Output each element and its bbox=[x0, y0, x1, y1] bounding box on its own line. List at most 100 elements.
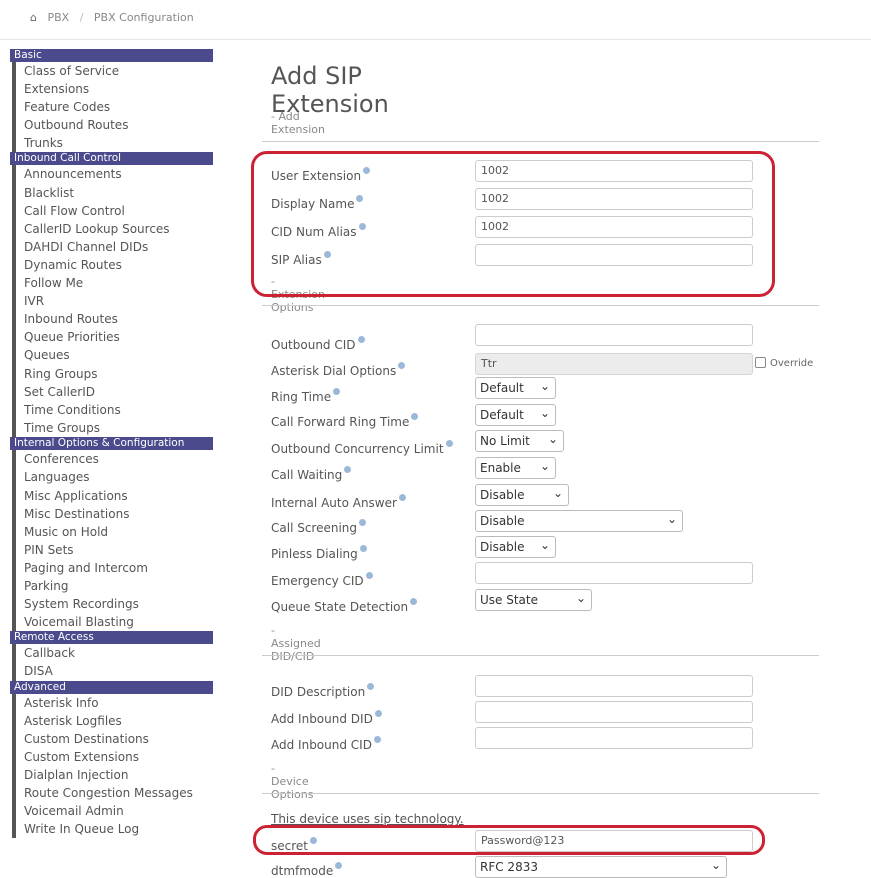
ring-time-select[interactable]: Default ⌄ bbox=[475, 377, 556, 399]
help-icon[interactable] bbox=[344, 466, 352, 473]
sidebar-item[interactable]: Call Flow Control bbox=[12, 201, 213, 220]
sidebar-item[interactable]: Conferences bbox=[12, 450, 213, 469]
sidebar-item[interactable]: Custom Extensions bbox=[12, 747, 213, 766]
dtmfmode-select[interactable]: RFC 2833 ⌄ bbox=[475, 856, 727, 878]
help-icon[interactable] bbox=[333, 388, 341, 395]
sidebar-item[interactable]: Callback bbox=[12, 644, 213, 663]
help-icon[interactable] bbox=[410, 598, 418, 605]
sidebar-item[interactable]: CallerID Lookup Sources bbox=[12, 219, 213, 238]
asterisk-dial-options-input[interactable]: Ttr bbox=[475, 353, 753, 375]
pinless-dialing-label: Pinless Dialing bbox=[271, 545, 367, 561]
sidebar-item[interactable]: Set CallerID bbox=[12, 382, 213, 401]
chevron-down-icon: ⌄ bbox=[539, 538, 550, 552]
sidebar-item[interactable]: Class of Service bbox=[12, 62, 213, 81]
help-icon[interactable] bbox=[357, 336, 365, 343]
help-icon[interactable] bbox=[445, 440, 453, 447]
sidebar-item[interactable]: Custom Destinations bbox=[12, 729, 213, 748]
sidebar-item[interactable]: Time Groups bbox=[12, 418, 213, 437]
sidebar-item[interactable]: Write In Queue Log bbox=[12, 820, 213, 839]
home-icon[interactable]: ⌂ bbox=[30, 11, 37, 24]
sidebar-item[interactable]: Route Congestion Messages bbox=[12, 783, 213, 803]
add-inbound-did-input[interactable] bbox=[475, 701, 753, 723]
device-options-section-toggle[interactable]: - Device Options bbox=[271, 762, 313, 801]
sidebar-item[interactable]: Outbound Routes bbox=[12, 116, 213, 135]
device-technology-note: This device uses sip technology. bbox=[271, 812, 464, 826]
sidebar-item[interactable]: Announcements bbox=[12, 165, 213, 184]
add-inbound-did-label: Add Inbound DID bbox=[271, 710, 382, 726]
chevron-down-icon: ⌄ bbox=[552, 486, 563, 500]
call-waiting-select[interactable]: Enable ⌄ bbox=[475, 457, 556, 479]
add-inbound-cid-label: Add Inbound CID bbox=[271, 736, 381, 752]
call-screening-select[interactable]: Disable ⌄ bbox=[475, 510, 683, 532]
asterisk-dial-options-label: Asterisk Dial Options bbox=[271, 362, 406, 378]
emergency-cid-label: Emergency CID bbox=[271, 572, 373, 588]
help-icon[interactable] bbox=[359, 519, 367, 526]
sidebar-item[interactable]: Languages bbox=[12, 468, 213, 487]
sidebar-item[interactable]: Follow Me bbox=[12, 274, 213, 293]
chevron-down-icon: ⌄ bbox=[575, 591, 586, 605]
divider bbox=[262, 141, 819, 142]
sidebar-menu: Basic Class of Service Extensions Feature C… bbox=[10, 49, 213, 839]
sidebar-item[interactable]: Queues bbox=[12, 346, 213, 365]
sidebar-item[interactable]: Trunks bbox=[12, 134, 213, 153]
pinless-dialing-select[interactable]: Disable ⌄ bbox=[475, 536, 556, 558]
sidebar-item[interactable]: Dynamic Routes bbox=[12, 255, 213, 275]
add-extension-section-toggle[interactable]: - Add Extension bbox=[271, 110, 325, 136]
assigned-did-section-toggle[interactable]: - Assigned DID/CID bbox=[271, 624, 321, 663]
sidebar-item[interactable]: System Recordings bbox=[12, 595, 213, 614]
help-icon[interactable] bbox=[398, 494, 406, 501]
sidebar-item[interactable]: Misc Destinations bbox=[12, 504, 213, 523]
sidebar-item[interactable]: Dialplan Injection bbox=[12, 765, 213, 784]
help-icon[interactable] bbox=[359, 545, 367, 552]
sidebar-item[interactable]: Misc Applications bbox=[12, 486, 213, 505]
override-checkbox[interactable] bbox=[755, 357, 766, 368]
breadcrumb: ⌂ PBX / PBX Configuration bbox=[0, 0, 871, 40]
call-waiting-label: Call Waiting bbox=[271, 466, 352, 482]
call-screening-label: Call Screening bbox=[271, 519, 367, 535]
sidebar-item[interactable]: Blacklist bbox=[12, 183, 213, 202]
sidebar-item[interactable]: Queue Priorities bbox=[12, 328, 213, 347]
emergency-cid-input[interactable] bbox=[475, 562, 753, 584]
highlight-annotation bbox=[251, 151, 775, 297]
chevron-down-icon: ⌄ bbox=[539, 459, 550, 473]
outbound-cid-input[interactable] bbox=[475, 324, 753, 346]
sidebar-item[interactable]: Asterisk Info bbox=[12, 693, 213, 712]
chevron-down-icon: ⌄ bbox=[547, 432, 558, 446]
divider bbox=[262, 793, 819, 794]
help-icon[interactable] bbox=[411, 413, 419, 420]
help-icon[interactable] bbox=[367, 683, 375, 690]
sidebar-item[interactable]: Extensions bbox=[12, 80, 213, 99]
divider bbox=[262, 655, 819, 656]
sidebar-item[interactable]: Time Conditions bbox=[12, 400, 213, 419]
sidebar-item[interactable]: PIN Sets bbox=[12, 540, 213, 559]
did-description-input[interactable] bbox=[475, 675, 753, 697]
sidebar-item[interactable]: Music on Hold bbox=[12, 522, 213, 541]
outbound-concurrency-limit-label: Outbound Concurrency Limit bbox=[271, 440, 453, 456]
outbound-concurrency-limit-select[interactable]: No Limit ⌄ bbox=[475, 430, 564, 452]
internal-auto-answer-label: Internal Auto Answer bbox=[271, 494, 406, 510]
internal-auto-answer-select[interactable]: Disable ⌄ bbox=[475, 484, 569, 506]
sidebar-item[interactable]: Voicemail Blasting bbox=[12, 613, 213, 632]
sidebar-item[interactable]: Asterisk Logfiles bbox=[12, 711, 213, 730]
sidebar-item[interactable]: Feature Codes bbox=[12, 98, 213, 117]
add-inbound-cid-input[interactable] bbox=[475, 727, 753, 749]
sidebar-item[interactable]: Ring Groups bbox=[12, 364, 213, 383]
sidebar-item[interactable]: Parking bbox=[12, 577, 213, 596]
sidebar-section-header: Internal Options & Configuration bbox=[10, 436, 213, 451]
help-icon[interactable] bbox=[365, 572, 373, 579]
sidebar-item[interactable]: IVR bbox=[12, 292, 213, 311]
breadcrumb-pbx-configuration[interactable]: PBX Configuration bbox=[94, 11, 194, 24]
call-forward-ring-time-select[interactable]: Default ⌄ bbox=[475, 404, 556, 426]
help-icon[interactable] bbox=[398, 362, 406, 369]
sidebar-item[interactable]: Inbound Routes bbox=[12, 310, 213, 329]
help-icon[interactable] bbox=[374, 710, 382, 717]
queue-state-detection-label: Queue State Detection bbox=[271, 598, 418, 614]
sidebar-item[interactable]: Voicemail Admin bbox=[12, 802, 213, 821]
sidebar-item[interactable]: DAHDI Channel DIDs bbox=[12, 237, 213, 256]
sidebar-item[interactable]: DISA bbox=[12, 662, 213, 681]
help-icon[interactable] bbox=[373, 736, 381, 743]
sidebar-item[interactable]: Paging and Intercom bbox=[12, 558, 213, 578]
queue-state-detection-select[interactable]: Use State ⌄ bbox=[475, 589, 592, 611]
breadcrumb-pbx[interactable]: PBX bbox=[47, 11, 69, 24]
help-icon[interactable] bbox=[335, 862, 343, 869]
